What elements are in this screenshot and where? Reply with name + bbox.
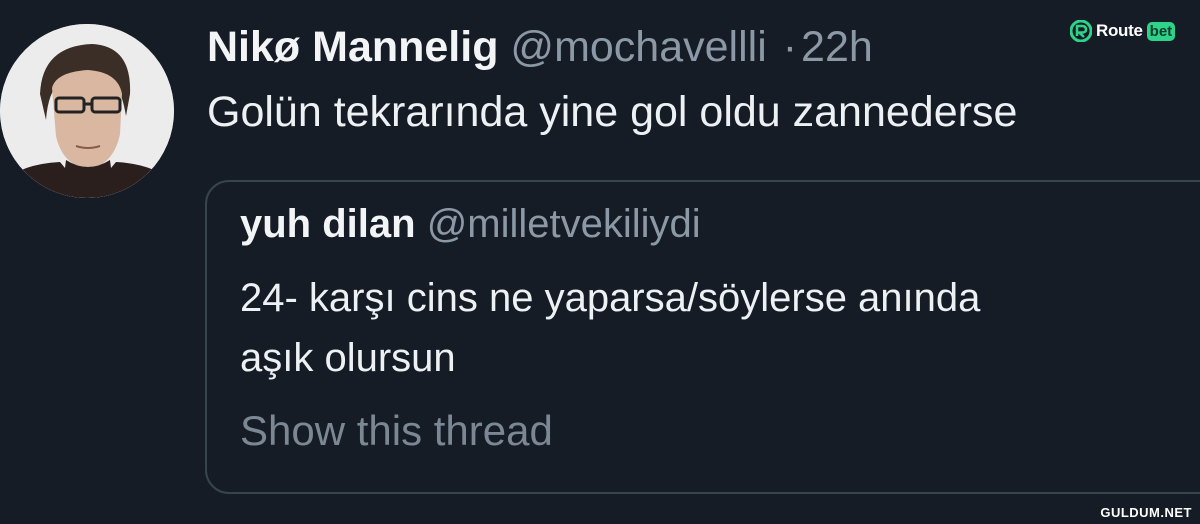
brand-logo: Route bet — [1070, 18, 1176, 44]
tweet-header: Nikø Mannelig @mochavellli ·22h — [207, 22, 873, 72]
quoted-tweet-text: 24- karşı cins ne yaparsa/söylerse anınd… — [240, 268, 1200, 388]
quoted-tweet-header: yuh dilan @milletvekiliydi — [240, 200, 701, 248]
display-name[interactable]: Nikø Mannelig — [207, 23, 498, 71]
avatar[interactable] — [0, 24, 174, 198]
quoted-tweet-card[interactable]: yuh dilan @milletvekiliydi 24- karşı cin… — [205, 180, 1200, 494]
brand-suffix: bet — [1146, 21, 1176, 41]
tweet[interactable]: Nikø Mannelig @mochavellli ·22h Golün te… — [0, 0, 1200, 524]
tweet-text: Golün tekrarında yine gol oldu zanneders… — [207, 88, 1018, 136]
timestamp[interactable]: 22h — [801, 23, 873, 71]
site-watermark: GULDUM.NET — [1100, 505, 1192, 520]
separator-dot: · — [782, 23, 798, 71]
quoted-text-line: 24- karşı cins ne yaparsa/söylerse anınd… — [240, 276, 981, 320]
quoted-text-line: aşık olursun — [240, 336, 456, 380]
show-thread-link[interactable]: Show this thread — [240, 406, 553, 456]
brand-name: Route — [1096, 21, 1143, 40]
quoted-user-handle: @milletvekiliydi — [426, 202, 701, 246]
route-logo-icon — [1070, 20, 1092, 42]
quoted-display-name: yuh dilan — [240, 202, 416, 246]
avatar-photo — [0, 24, 174, 198]
user-handle[interactable]: @mochavellli — [510, 23, 766, 71]
